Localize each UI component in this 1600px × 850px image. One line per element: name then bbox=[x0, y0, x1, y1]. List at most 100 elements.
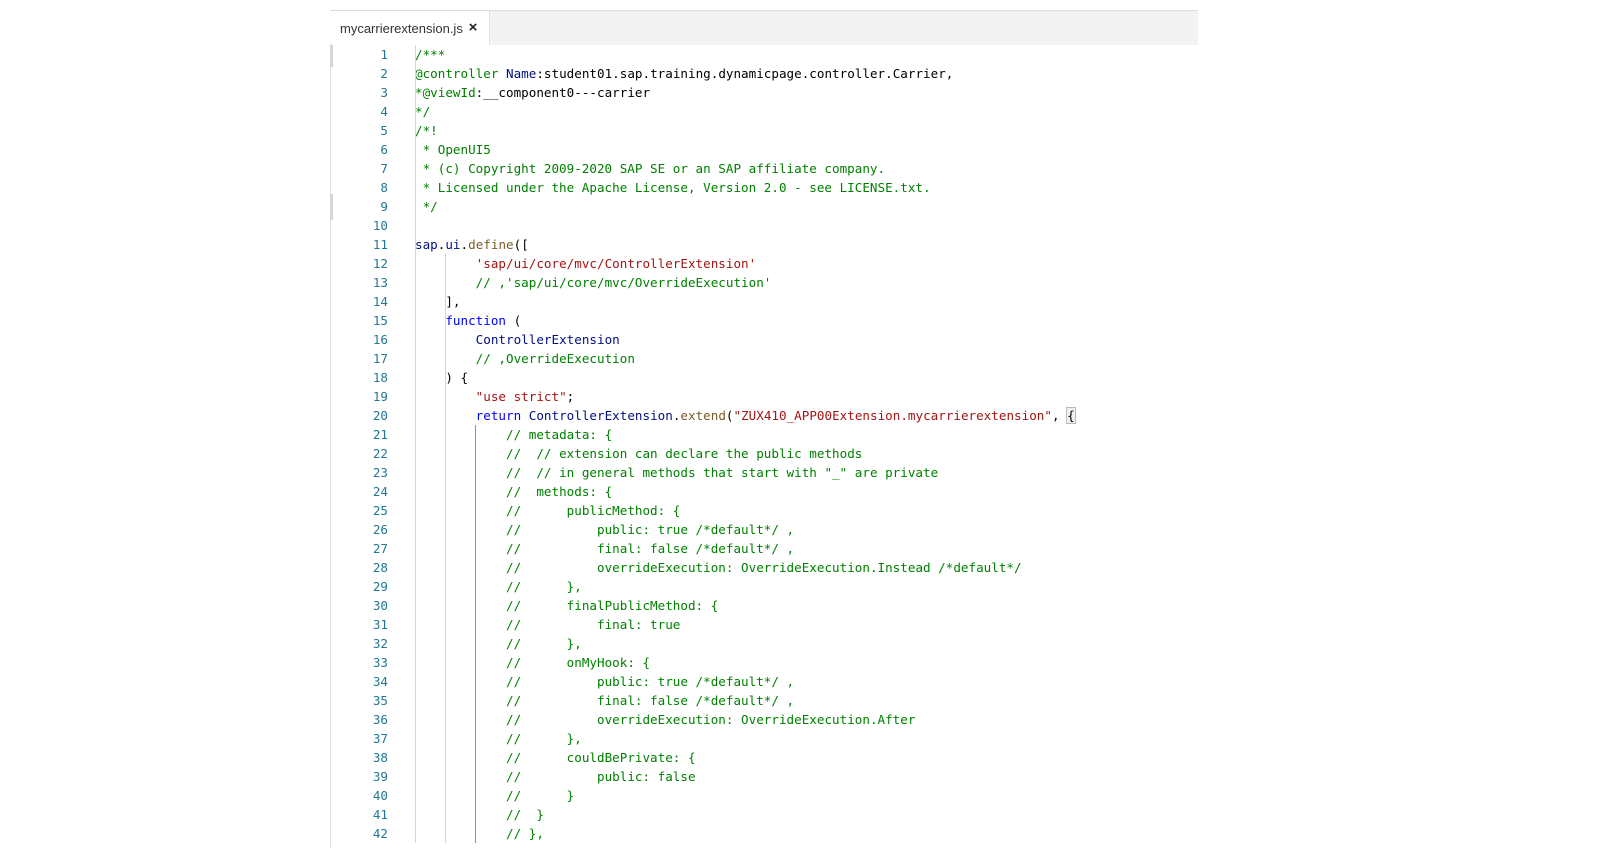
code-token: define bbox=[468, 237, 514, 252]
code-line[interactable]: 5 /*! bbox=[330, 121, 1198, 140]
code-line[interactable]: 31 // final: true bbox=[330, 615, 1198, 634]
code-line[interactable]: 23 // // in general methods that start w… bbox=[330, 463, 1198, 482]
code-line[interactable]: 32 // }, bbox=[330, 634, 1198, 653]
code-line[interactable]: 35 // final: false /*default*/ , bbox=[330, 691, 1198, 710]
code-token: // }, bbox=[506, 579, 582, 594]
line-text: sap.ui.define([ bbox=[415, 235, 529, 254]
code-token: // overrideExecution: OverrideExecution.… bbox=[506, 560, 1022, 575]
code-line[interactable]: 1 /*** bbox=[330, 45, 1198, 64]
code-token: ( bbox=[506, 313, 522, 328]
line-number: 11 bbox=[372, 237, 388, 252]
code-line[interactable]: 12 'sap/ui/core/mvc/ControllerExtension' bbox=[330, 254, 1198, 273]
code-token: ControllerExtension bbox=[528, 408, 673, 423]
code-line[interactable]: 41 // } bbox=[330, 805, 1198, 824]
code-line[interactable]: 29 // }, bbox=[330, 577, 1198, 596]
code-line[interactable]: 8 * Licensed under the Apache License, V… bbox=[330, 178, 1198, 197]
code-line[interactable]: 26 // public: true /*default*/ , bbox=[330, 520, 1198, 539]
tab-mycarrierextension[interactable]: mycarrierextension.js × bbox=[330, 11, 490, 45]
code-line[interactable]: 30 // finalPublicMethod: { bbox=[330, 596, 1198, 615]
code-line[interactable]: 21 // metadata: { bbox=[330, 425, 1198, 444]
code-line[interactable]: 27 // final: false /*default*/ , bbox=[330, 539, 1198, 558]
line-number: 18 bbox=[372, 370, 388, 385]
line-number: 6 bbox=[380, 142, 388, 157]
code-line[interactable]: 34 // public: true /*default*/ , bbox=[330, 672, 1198, 691]
code-line[interactable]: 4 */ bbox=[330, 102, 1198, 121]
code-line[interactable]: 39 // public: false bbox=[330, 767, 1198, 786]
line-text: // public: false bbox=[415, 767, 696, 786]
line-text: // overrideExecution: OverrideExecution.… bbox=[415, 710, 915, 729]
line-text: // public: true /*default*/ , bbox=[415, 672, 794, 691]
code-line[interactable]: 28 // overrideExecution: OverrideExecuti… bbox=[330, 558, 1198, 577]
line-number: 35 bbox=[372, 693, 388, 708]
indent-guide bbox=[445, 254, 446, 843]
code-token: // metadata: { bbox=[506, 427, 613, 442]
code-token: // public: true /*default*/ , bbox=[506, 674, 795, 689]
code-token: // ,'sap/ui/core/mvc/OverrideExecution' bbox=[475, 275, 772, 290]
code-line[interactable]: 24 // methods: { bbox=[330, 482, 1198, 501]
line-number: 23 bbox=[372, 465, 388, 480]
code-line[interactable]: 11 sap.ui.define([ bbox=[330, 235, 1198, 254]
line-text: ], bbox=[415, 292, 461, 311]
line-number: 27 bbox=[372, 541, 388, 556]
line-number: 20 bbox=[372, 408, 388, 423]
line-text: "use strict"; bbox=[415, 387, 575, 406]
code-token: *@viewId bbox=[415, 85, 476, 100]
code-token: ], bbox=[415, 294, 461, 309]
line-number: 1 bbox=[380, 47, 388, 62]
code-line[interactable]: 40 // } bbox=[330, 786, 1198, 805]
code-line[interactable]: 42 // }, bbox=[330, 824, 1198, 843]
line-number: 28 bbox=[372, 560, 388, 575]
indent-guide bbox=[415, 45, 416, 843]
line-number: 25 bbox=[372, 503, 388, 518]
code-line[interactable]: 22 // // extension can declare the publi… bbox=[330, 444, 1198, 463]
line-text: // } bbox=[415, 786, 574, 805]
code-line[interactable]: 16 ControllerExtension bbox=[330, 330, 1198, 349]
code-line[interactable]: 36 // overrideExecution: OverrideExecuti… bbox=[330, 710, 1198, 729]
code-line[interactable]: 9 */ bbox=[330, 197, 1198, 216]
code-line[interactable]: 2 @controller Name:student01.sap.training… bbox=[330, 64, 1198, 83]
code-line[interactable]: 14 ], bbox=[330, 292, 1198, 311]
code-line[interactable]: 33 // onMyHook: { bbox=[330, 653, 1198, 672]
code-line[interactable]: 3 *@viewId:__component0---carrier bbox=[330, 83, 1198, 102]
code-line[interactable]: 19 "use strict"; bbox=[330, 387, 1198, 406]
code-line[interactable]: 15 function ( bbox=[330, 311, 1198, 330]
code-line[interactable]: 10 bbox=[330, 216, 1198, 235]
code-token: ControllerExtension bbox=[475, 332, 620, 347]
code-line[interactable]: 20 return ControllerExtension.extend("ZU… bbox=[330, 406, 1198, 425]
code-line[interactable]: 6 * OpenUI5 bbox=[330, 140, 1198, 159]
indent-guide bbox=[475, 425, 476, 843]
code-token: ) { bbox=[415, 370, 469, 385]
code-line[interactable]: 17 // ,OverrideExecution bbox=[330, 349, 1198, 368]
code-line[interactable]: 18 ) { bbox=[330, 368, 1198, 387]
line-number: 10 bbox=[372, 218, 388, 233]
code-area[interactable]: 1 /*** 2 @controller Name:student01.sap.tra… bbox=[330, 45, 1198, 843]
code-line[interactable]: 38 // couldBePrivate: { bbox=[330, 748, 1198, 767]
line-text: // finalPublicMethod: { bbox=[415, 596, 718, 615]
line-text: // ,'sap/ui/core/mvc/OverrideExecution' bbox=[415, 273, 772, 292]
code-token: "ZUX410_APP00Extension.mycarrierextensio… bbox=[733, 408, 1052, 423]
code-line[interactable]: 13 // ,'sap/ui/core/mvc/OverrideExecutio… bbox=[330, 273, 1198, 292]
code-token: ( bbox=[725, 408, 734, 423]
line-text: /*** bbox=[415, 45, 445, 64]
line-text: * (c) Copyright 2009-2020 SAP SE or an S… bbox=[415, 159, 886, 178]
line-number: 15 bbox=[372, 313, 388, 328]
line-number: 2 bbox=[380, 66, 388, 81]
code-token: ([ bbox=[513, 237, 529, 252]
line-number: 9 bbox=[380, 199, 388, 214]
code-token: // } bbox=[506, 788, 575, 803]
code-line[interactable]: 25 // publicMethod: { bbox=[330, 501, 1198, 520]
close-icon[interactable]: × bbox=[465, 20, 481, 36]
code-line[interactable]: 37 // }, bbox=[330, 729, 1198, 748]
line-text: // overrideExecution: OverrideExecution.… bbox=[415, 558, 1022, 577]
code-line[interactable]: 7 * (c) Copyright 2009-2020 SAP SE or an… bbox=[330, 159, 1198, 178]
